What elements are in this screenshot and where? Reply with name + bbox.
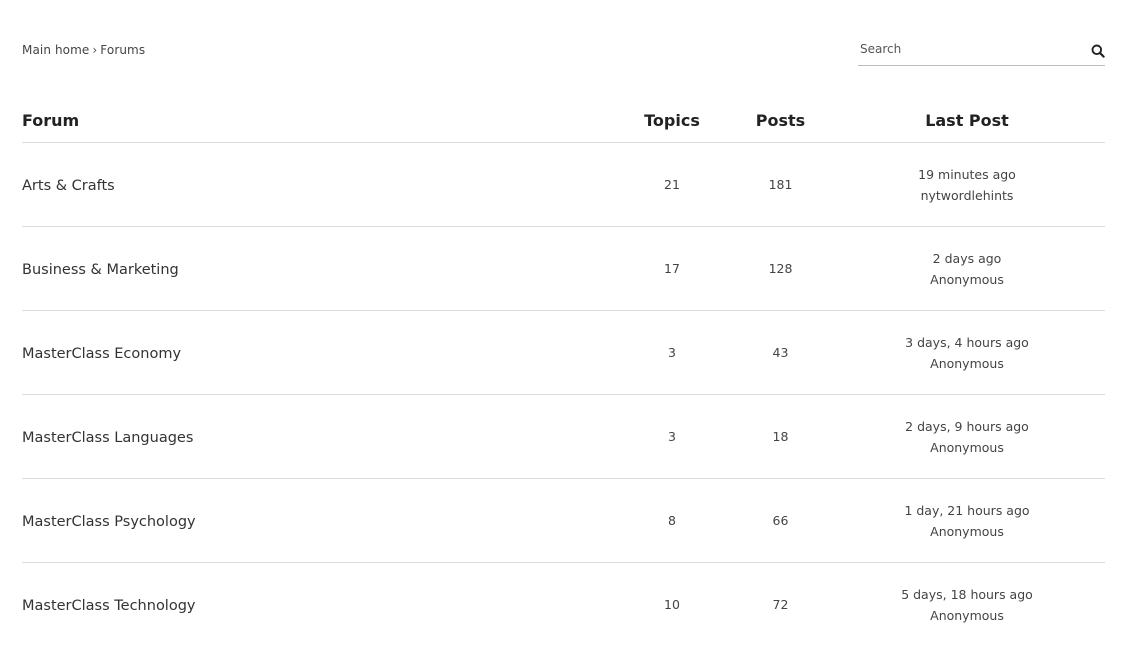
table-row: MasterClass Technology 10 72 5 days, 18 …: [22, 563, 1105, 647]
forum-link[interactable]: MasterClass Languages: [22, 430, 193, 446]
last-post-author-link[interactable]: Anonymous: [930, 356, 1004, 371]
column-header-topics: Topics: [612, 98, 732, 143]
last-post-author-link[interactable]: Anonymous: [930, 272, 1004, 287]
last-post-author-link[interactable]: Anonymous: [930, 608, 1004, 623]
posts-count: 18: [732, 394, 829, 479]
last-post-time-link[interactable]: 1 day, 21 hours ago: [904, 503, 1029, 518]
column-header-last-post: Last Post: [829, 98, 1105, 143]
last-post-time-link[interactable]: 2 days, 9 hours ago: [905, 419, 1029, 434]
topics-count: 17: [612, 226, 732, 311]
posts-count: 128: [732, 226, 829, 311]
breadcrumb: Main home › Forums: [22, 43, 145, 57]
table-row: Arts & Crafts 21 181 19 minutes ago nytwo…: [22, 142, 1105, 227]
forum-link[interactable]: MasterClass Economy: [22, 346, 181, 362]
last-post-author-link[interactable]: Anonymous: [930, 524, 1004, 539]
topics-count: 3: [612, 310, 732, 395]
topics-count: 3: [612, 394, 732, 479]
forum-link[interactable]: MasterClass Psychology: [22, 514, 196, 530]
last-post-time-link[interactable]: 3 days, 4 hours ago: [905, 335, 1029, 350]
topics-count: 21: [612, 142, 732, 227]
search-button[interactable]: [1091, 43, 1105, 58]
last-post-time-link[interactable]: 2 days ago: [933, 251, 1002, 266]
breadcrumb-separator: ›: [92, 43, 98, 57]
last-post-time-link[interactable]: 19 minutes ago: [918, 167, 1016, 182]
last-post-author-link[interactable]: Anonymous: [930, 440, 1004, 455]
forum-link[interactable]: MasterClass Technology: [22, 598, 196, 614]
table-header-row: Forum Topics Posts Last Post: [22, 98, 1105, 143]
top-bar: Main home › Forums: [22, 36, 1105, 68]
forum-table: Forum Topics Posts Last Post Arts & Craf…: [22, 98, 1105, 646]
forum-link[interactable]: Business & Marketing: [22, 262, 179, 278]
topics-count: 10: [664, 597, 680, 612]
search-icon: [1091, 44, 1105, 58]
table-row: MasterClass Psychology 8 66 1 day, 21 ho…: [22, 478, 1105, 563]
posts-count: 66: [732, 478, 829, 563]
forum-link[interactable]: Arts & Crafts: [22, 178, 115, 194]
breadcrumb-home-link[interactable]: Main home: [22, 43, 89, 57]
search-box: [858, 36, 1105, 66]
table-row: MasterClass Economy 3 43 3 days, 4 hours…: [22, 310, 1105, 395]
search-input[interactable]: [860, 42, 1070, 56]
posts-count: 43: [732, 310, 829, 395]
topics-count: 8: [612, 478, 732, 563]
column-header-forum: Forum: [22, 98, 612, 143]
last-post-time-link[interactable]: 5 days, 18 hours ago: [901, 587, 1033, 602]
last-post-author-link[interactable]: nytwordlehints: [921, 188, 1014, 203]
breadcrumb-current: Forums: [100, 43, 146, 57]
table-row: MasterClass Languages 3 18 2 days, 9 hou…: [22, 394, 1105, 479]
posts-count: 181: [732, 142, 829, 227]
column-header-posts: Posts: [732, 98, 829, 143]
table-row: Business & Marketing 17 128 2 days ago An…: [22, 226, 1105, 311]
posts-count: 72: [772, 597, 789, 612]
